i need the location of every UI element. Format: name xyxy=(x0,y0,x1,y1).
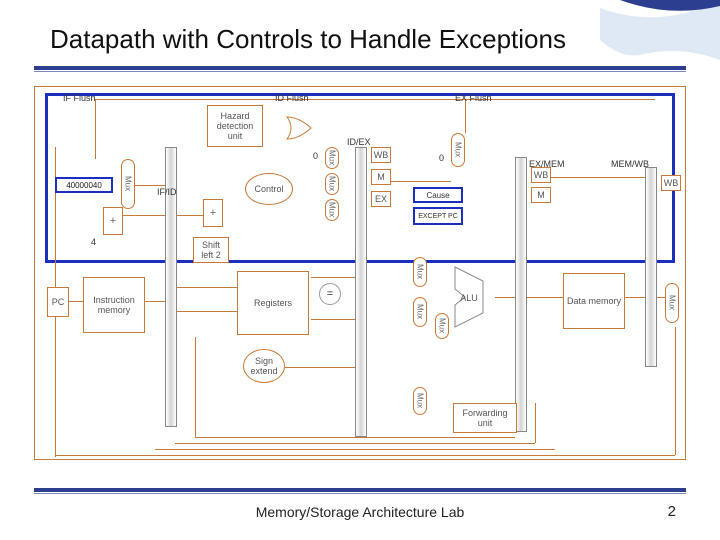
datapath-diagram: IF Flush ID Flush EX Flush IF/ID ID/EX E… xyxy=(34,86,686,460)
label-id-flush: ID Flush xyxy=(275,93,309,103)
label-idex-wb: WB xyxy=(371,147,391,163)
if-adder: + xyxy=(110,215,116,227)
alu-src-b-mux: Mux xyxy=(413,297,427,327)
label-memwb-wb: WB xyxy=(661,175,681,191)
zero-input-2: 0 xyxy=(439,153,444,163)
id-m-mux: Mux xyxy=(325,173,339,195)
label-mem-wb: MEM/WB xyxy=(611,159,649,169)
alu: ALU xyxy=(453,265,497,329)
footer-rule xyxy=(34,488,686,494)
or-gate-idflush xyxy=(285,115,315,141)
page-title: Datapath with Controls to Handle Excepti… xyxy=(50,24,566,55)
shift-left-2: Shift left 2 xyxy=(193,237,229,263)
ex-flush-mux: Mux xyxy=(451,133,465,167)
label-idex-ex: EX xyxy=(371,191,391,207)
zero-input-1: 0 xyxy=(313,151,318,161)
const-exception-address: 40000040 xyxy=(55,177,113,193)
label-exmem-wb: WB xyxy=(531,167,551,183)
label-exmem-m: M xyxy=(531,187,551,203)
branch-adder: + xyxy=(210,207,216,219)
alu-src-a-mux: Mux xyxy=(413,257,427,287)
mem-wb-register xyxy=(645,167,657,367)
sign-extend: Sign extend xyxy=(243,349,285,383)
register-file: Registers xyxy=(237,271,309,335)
dst-reg-mux: Mux xyxy=(413,387,427,415)
if-pc-mux: Mux xyxy=(121,159,135,209)
cause-register: Cause xyxy=(413,187,463,203)
except-pc-register: EXCEPT PC xyxy=(413,207,463,225)
page-number: 2 xyxy=(668,503,676,520)
footer-text: Memory/Storage Architecture Lab xyxy=(0,504,720,520)
corner-decoration xyxy=(600,0,720,60)
id-wb-mux: Mux xyxy=(325,147,339,169)
forwarding-unit: Forwarding unit xyxy=(453,403,517,433)
label-id-ex: ID/EX xyxy=(347,137,371,147)
ex-mem-register xyxy=(515,157,527,432)
control-unit: Control xyxy=(245,173,293,205)
label-ex-flush: EX Flush xyxy=(455,93,492,103)
label-if-id: IF/ID xyxy=(157,187,177,197)
label-idex-m: M xyxy=(371,169,391,185)
title-underline xyxy=(34,66,686,72)
label-ex-mem: EX/MEM xyxy=(529,159,565,169)
alu-imm-mux: Mux xyxy=(435,313,449,339)
const-four: 4 xyxy=(91,237,96,247)
data-memory: Data memory xyxy=(563,273,625,329)
hazard-detection-unit: Hazard detection unit xyxy=(207,105,263,147)
id-ex-mux: Mux xyxy=(325,199,339,221)
equal-comparator: = xyxy=(319,283,341,305)
pc: PC xyxy=(47,287,69,317)
id-ex-register xyxy=(355,147,367,437)
wb-mux: Mux xyxy=(665,283,679,323)
svg-text:ALU: ALU xyxy=(460,293,478,303)
instruction-memory: Instruction memory xyxy=(83,277,145,333)
label-if-flush: IF Flush xyxy=(63,93,96,103)
